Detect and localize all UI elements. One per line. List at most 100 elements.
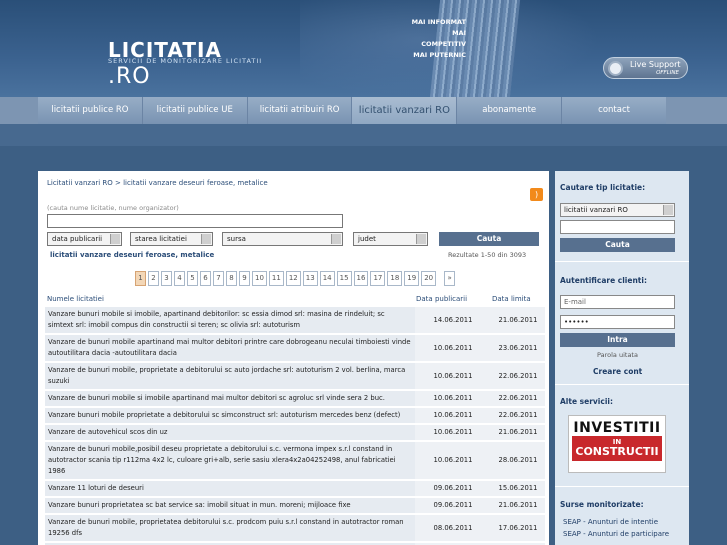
main-nav: licitatii publice RO licitatii publice U… <box>38 97 666 124</box>
results-count: Rezultate 1-50 din 3093 <box>448 251 527 259</box>
source-link[interactable]: SEAP - Anunturi de participare <box>563 530 669 538</box>
deadline-date: 28.06.2011 <box>491 442 545 479</box>
auth-title: Autentificare clienti: <box>560 276 647 285</box>
table-row[interactable]: Vanzare 11 loturi de deseuri 09.06.2011 15… <box>45 481 545 496</box>
forgot-password-link[interactable]: Parola uitata <box>597 351 638 359</box>
rss-icon[interactable]: ) <box>530 188 543 201</box>
auction-name[interactable]: Vanzare de bunuri mobile, proprietate a … <box>45 363 415 389</box>
page-link[interactable]: 18 <box>387 271 403 286</box>
tab-licitatii-publice-ro[interactable]: licitatii publice RO <box>38 97 143 124</box>
table-row[interactable]: Vanzare de bunuri mobile, proprietatea d… <box>45 515 545 541</box>
page-link[interactable]: 1 <box>135 271 146 286</box>
main-content: Licitatii vanzari RO > licitatii vanzare… <box>38 171 549 545</box>
banner-line2-box: IN CONSTRUCTII <box>572 436 662 461</box>
divider <box>555 261 689 262</box>
sources-title: Surse monitorizate: <box>560 500 644 509</box>
login-button[interactable]: Intra <box>560 333 675 347</box>
page-link[interactable]: 19 <box>404 271 420 286</box>
page-link[interactable]: 20 <box>421 271 437 286</box>
table-row[interactable]: Vanzare bunuri proprietatea sc bat servi… <box>45 498 545 513</box>
auction-name[interactable]: Vanzare de autovehicul scos din uz <box>45 425 415 440</box>
live-support-label: Live Support <box>630 60 681 69</box>
page-link[interactable]: 15 <box>336 271 352 286</box>
email-placeholder: E-mail <box>564 298 586 306</box>
email-field[interactable]: E-mail <box>560 295 675 309</box>
filter-data-publicarii[interactable]: data publicarii <box>47 232 122 246</box>
table-row[interactable]: Vanzare bunuri mobile si imobile, aparti… <box>45 307 545 333</box>
source-link[interactable]: SEAP - Anunturi de intentie <box>563 518 658 526</box>
auction-name[interactable]: Vanzare bunuri proprietatea sc bat servi… <box>45 498 415 513</box>
page-link[interactable]: 7 <box>213 271 224 286</box>
tab-licitatii-vanzari-ro[interactable]: licitatii vanzari RO <box>352 97 458 124</box>
filter-starea-licitatiei[interactable]: starea licitatiei <box>130 232 213 246</box>
page-link[interactable]: 11 <box>268 271 284 286</box>
deadline-date: 22.06.2011 <box>491 408 545 423</box>
filter-label: starea licitatiei <box>135 235 187 243</box>
filter-label: data publicarii <box>52 235 103 243</box>
live-support-button[interactable]: Live Support OFFLINE <box>603 57 688 79</box>
filter-judet[interactable]: judet <box>353 232 428 246</box>
search-input[interactable] <box>47 214 343 228</box>
auction-name[interactable]: Vanzare bunuri mobile proprietate a debi… <box>45 408 415 423</box>
slogan-line: MAI COMPETITIV <box>421 29 466 48</box>
page-link[interactable]: 5 <box>187 271 198 286</box>
create-account-link[interactable]: Creare cont <box>593 367 642 376</box>
table-row[interactable]: Vanzare de autovehicul scos din uz 10.06.… <box>45 425 545 440</box>
table-row[interactable]: Vanzare bunuri mobile proprietate a debi… <box>45 408 545 423</box>
table-row[interactable]: Vanzare de bunuri mobile, proprietate a … <box>45 363 545 389</box>
table-header: Numele licitatiei Data publicarii Data l… <box>47 295 547 303</box>
column-header-date[interactable]: Data publicarii <box>416 295 467 303</box>
table-row[interactable]: Vanzare de bunuri mobile si imobile apar… <box>45 391 545 406</box>
page-link[interactable]: 13 <box>302 271 318 286</box>
type-select[interactable]: licitatii vanzari RO <box>560 203 675 217</box>
table-row[interactable]: Vanzare de bunuri mobile,posibil deseu p… <box>45 442 545 479</box>
page-link[interactable]: 16 <box>353 271 369 286</box>
page-link[interactable]: 2 <box>148 271 159 286</box>
sidebar: Cautare tip licitatie: licitatii vanzari… <box>555 171 689 545</box>
divider <box>555 384 689 385</box>
tab-contact[interactable]: contact <box>562 97 666 124</box>
page-link[interactable]: 12 <box>285 271 301 286</box>
category-title: licitatii vanzare deseuri feroase, metal… <box>50 251 215 259</box>
search-button[interactable]: Cauta <box>439 232 539 246</box>
auction-name[interactable]: Vanzare de bunuri mobile,posibil deseu p… <box>45 442 415 479</box>
auction-name[interactable]: Vanzare de bunuri mobile si imobile apar… <box>45 391 415 406</box>
tab-abonamente[interactable]: abonamente <box>457 97 563 124</box>
type-search-button[interactable]: Cauta <box>560 238 675 252</box>
divider <box>555 486 689 487</box>
logo-domain[interactable]: .RO <box>108 64 151 89</box>
deadline-date: 22.06.2011 <box>491 363 545 389</box>
auction-name[interactable]: Vanzare 11 loturi de deseuri <box>45 481 415 496</box>
auctions-table: Vanzare bunuri mobile si imobile, aparti… <box>45 305 545 545</box>
publish-date: 09.06.2011 <box>415 481 491 496</box>
column-header-deadline[interactable]: Data limita <box>492 295 531 303</box>
auction-name[interactable]: Vanzare de bunuri mobile, proprietatea d… <box>45 515 415 541</box>
investitii-banner[interactable]: INVESTITII IN CONSTRUCTII <box>568 415 666 473</box>
page-link[interactable]: 9 <box>239 271 250 286</box>
password-field[interactable]: •••••• <box>560 315 675 329</box>
page-link[interactable]: 4 <box>174 271 185 286</box>
search-hint: (cauta nume licitatie, nume organizator) <box>47 204 179 212</box>
auction-name[interactable]: Vanzare de bunuri mobile apartinand mai … <box>45 335 415 361</box>
type-search-input[interactable] <box>560 220 675 234</box>
filter-label: sursa <box>227 235 246 243</box>
table-row[interactable]: Vanzare de bunuri mobile apartinand mai … <box>45 335 545 361</box>
column-header-name[interactable]: Numele licitatiei <box>47 295 104 303</box>
next-page-link[interactable]: » <box>444 271 456 286</box>
slogan-line: MAI INFORMAT <box>411 18 466 26</box>
password-value: •••••• <box>564 318 589 326</box>
tab-licitatii-atribuiri-ro[interactable]: licitatii atribuiri RO <box>248 97 353 124</box>
tab-licitatii-publice-ue[interactable]: licitatii publice UE <box>143 97 248 124</box>
page-link[interactable]: 17 <box>370 271 386 286</box>
page-link[interactable]: 10 <box>252 271 267 286</box>
deadline-date: 22.06.2011 <box>491 391 545 406</box>
auction-name[interactable]: Vanzare bunuri mobile si imobile, aparti… <box>45 307 415 333</box>
breadcrumb[interactable]: Licitatii vanzari RO > licitatii vanzare… <box>47 179 268 187</box>
filter-sursa[interactable]: sursa <box>222 232 343 246</box>
page-link[interactable]: 8 <box>226 271 237 286</box>
page-link[interactable]: 6 <box>200 271 211 286</box>
page-link[interactable]: 3 <box>161 271 172 286</box>
chevron-down-icon <box>331 234 341 244</box>
page-link[interactable]: 14 <box>319 271 335 286</box>
type-select-value: licitatii vanzari RO <box>564 206 628 214</box>
